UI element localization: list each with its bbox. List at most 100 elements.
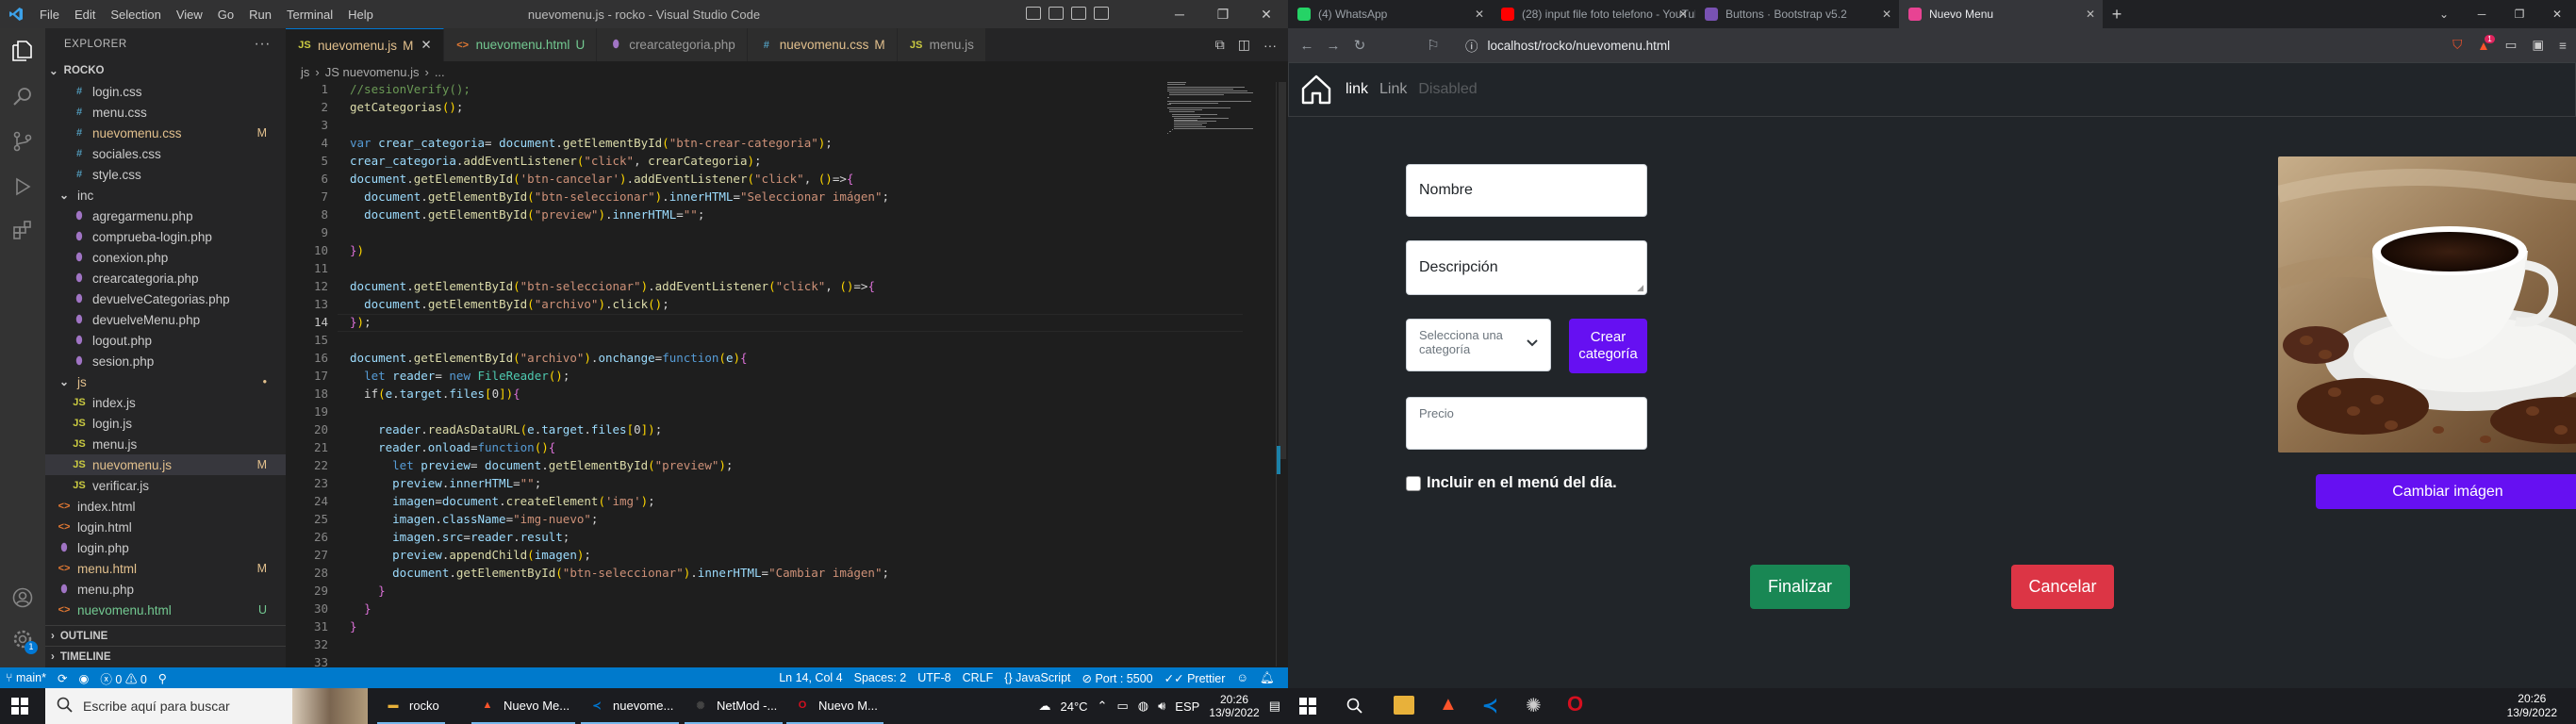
home-icon[interactable]: [1300, 74, 1332, 106]
sidebar-toggle-icon[interactable]: ▭: [2505, 38, 2518, 53]
browser-tab-3[interactable]: Nuevo Menu ✕: [1899, 0, 2103, 28]
run-debug-icon[interactable]: [8, 172, 38, 202]
windows-start-icon[interactable]: [1299, 698, 1316, 715]
breadcrumb-item[interactable]: js: [301, 65, 309, 79]
search-icon[interactable]: [1346, 698, 1363, 715]
folder-js[interactable]: ⌄ js •: [45, 371, 286, 392]
file-nuevomenu-css[interactable]: # nuevomenu.css M: [45, 123, 286, 143]
menu-go[interactable]: Go: [218, 8, 234, 22]
bookmark-icon[interactable]: ⚐: [1420, 37, 1446, 54]
brave-icon[interactable]: ▲: [1439, 694, 1458, 716]
close-tab-icon[interactable]: ✕: [1678, 8, 1688, 21]
menu-edit[interactable]: Edit: [74, 8, 95, 22]
file-style-css[interactable]: # style.css: [45, 164, 286, 185]
taskbar-app-2[interactable]: ≺ nuevome...: [581, 688, 680, 724]
new-tab-button[interactable]: +: [2103, 0, 2131, 28]
live-share-icon[interactable]: ◉: [78, 671, 89, 685]
file-sesion-php[interactable]: ⬮ sesion.php: [45, 351, 286, 371]
categoria-select[interactable]: Selecciona una categoría: [1406, 319, 1551, 371]
explorer-icon[interactable]: [8, 36, 38, 66]
live-server-status[interactable]: ⊘ Port : 5500: [1082, 671, 1153, 685]
close-tab-icon[interactable]: ✕: [1475, 8, 1484, 21]
brave-rewards-icon[interactable]: ▲ 1: [2477, 34, 2495, 53]
vscode-icon[interactable]: ≺: [1482, 694, 1498, 717]
file-menu-css[interactable]: # menu.css: [45, 102, 286, 123]
close-tab-icon[interactable]: ✕: [1882, 8, 1891, 21]
cancelar-button[interactable]: Cancelar: [2011, 565, 2114, 609]
split-editor-icon[interactable]: ◫: [1238, 37, 1250, 53]
language-mode[interactable]: {} JavaScript: [1004, 671, 1070, 684]
more-editor-actions-icon[interactable]: ···: [1263, 38, 1277, 53]
file-index-html[interactable]: <> index.html: [45, 496, 286, 517]
encoding[interactable]: UTF-8: [917, 671, 950, 684]
file-login-html[interactable]: <> login.html: [45, 517, 286, 537]
nav-link-0[interactable]: link: [1346, 81, 1368, 98]
taskbar-clock[interactable]: 20:26 13/9/2022: [1209, 693, 1259, 719]
file-logout-php[interactable]: ⬮ logout.php: [45, 330, 286, 351]
tab-nuevomenu-html[interactable]: <> nuevomenu.html U: [443, 28, 598, 61]
menu-del-dia-checkbox[interactable]: [1406, 475, 1421, 491]
weather-temp[interactable]: 24°C: [1061, 699, 1088, 714]
prettier-status[interactable]: ✓✓ Prettier: [1164, 671, 1226, 685]
volume-icon[interactable]: 🔊︎: [1158, 699, 1165, 714]
tab-nuevomenu-js[interactable]: JS nuevomenu.js M ✕: [286, 28, 444, 61]
menu-del-dia-checkbox-row[interactable]: Incluir en el menú del día.: [1406, 474, 1617, 492]
extensions-icon[interactable]: [8, 215, 38, 245]
open-changes-icon[interactable]: ⧉: [1215, 37, 1225, 53]
taskbar-app-1[interactable]: ▲ Nuevo Me...: [471, 688, 576, 724]
timeline-section[interactable]: › TIMELINE: [45, 646, 286, 666]
taskbar-search-box[interactable]: Escribe aquí para buscar: [45, 688, 368, 724]
folder-inc[interactable]: ⌄ inc: [45, 185, 286, 206]
file-crearcategoria-php[interactable]: ⬮ crearcategoria.php: [45, 268, 286, 288]
crear-categoria-button[interactable]: Crear categoría: [1569, 319, 1647, 373]
browser-tab-1[interactable]: (28) input file foto telefono - YouTube ✕: [1492, 0, 1695, 28]
weather-icon[interactable]: ☁: [1039, 699, 1051, 714]
customize-layout-icon[interactable]: [1094, 7, 1109, 20]
tab-crearcategoria-php[interactable]: ⬮ crearcategoria.php: [597, 28, 748, 61]
precio-input[interactable]: Precio: [1406, 397, 1647, 450]
toggle-panel-icon[interactable]: [1049, 7, 1064, 20]
breadcrumb-item[interactable]: ...: [435, 65, 445, 79]
feedback-icon[interactable]: ☺: [1236, 671, 1248, 684]
file-login-js[interactable]: JS login.js: [45, 413, 286, 434]
cursor-position[interactable]: Ln 14, Col 4: [779, 671, 842, 684]
menu-view[interactable]: View: [176, 8, 203, 22]
problems-status[interactable]: ⓧ 0 ⚠ 0: [100, 669, 146, 687]
opera-icon[interactable]: O: [1567, 692, 1583, 716]
windows-start-icon[interactable]: [11, 698, 28, 715]
file-menu-js[interactable]: JS menu.js: [45, 434, 286, 454]
taskbar-app-4[interactable]: O Nuevo M...: [786, 688, 883, 724]
code-editor[interactable]: 1 //sesionVerify(); 2 getCategorias(); 3 4 var…: [286, 82, 1288, 669]
nombre-input[interactable]: Nombre: [1406, 164, 1647, 217]
network-icon[interactable]: ◍: [1138, 699, 1148, 714]
file-agregarmenu-php[interactable]: ⬮ agregarmenu.php: [45, 206, 286, 226]
file-menu-html[interactable]: <> menu.html M: [45, 558, 286, 579]
site-info-icon[interactable]: ⓘ: [1465, 36, 1478, 55]
browser-tab-2[interactable]: Buttons · Bootstrap v5.2 ✕: [1695, 0, 1899, 28]
tab-search-icon[interactable]: ⌄: [2425, 0, 2463, 28]
file-index-js[interactable]: JS index.js: [45, 392, 286, 413]
file-verificar-js[interactable]: JS verificar.js: [45, 475, 286, 496]
close-tab-icon[interactable]: ✕: [421, 38, 431, 53]
minimize-button[interactable]: ─: [1158, 0, 1201, 28]
finalizar-button[interactable]: Finalizar: [1750, 565, 1850, 609]
more-actions-icon[interactable]: ···: [255, 36, 271, 53]
remote-icon[interactable]: ⚲: [158, 671, 167, 685]
input-language[interactable]: ESP: [1175, 699, 1199, 714]
menu-help[interactable]: Help: [348, 8, 373, 22]
netmod-icon[interactable]: ✺: [1526, 694, 1542, 717]
descripcion-textarea[interactable]: Descripción ◢: [1406, 240, 1647, 295]
menu-file[interactable]: File: [40, 8, 59, 22]
browser-minimize-button[interactable]: ─: [2463, 0, 2501, 28]
battery-icon[interactable]: ▭: [1116, 699, 1128, 714]
file-nuevomenu-js[interactable]: JS nuevomenu.js M: [45, 454, 286, 475]
file-login-php[interactable]: ⬮ login.php: [45, 537, 286, 558]
toggle-secondary-sidebar-icon[interactable]: [1071, 7, 1086, 20]
branch-status[interactable]: ⑂ main*: [6, 671, 46, 684]
taskbar-app-0[interactable]: ▬ rocko: [377, 688, 445, 724]
file-login-css[interactable]: # login.css: [45, 81, 286, 102]
browser-menu-icon[interactable]: ≡: [2559, 39, 2567, 53]
notifications-icon[interactable]: 🔔︎: [1260, 671, 1275, 685]
browser-maximize-button[interactable]: ❐: [2501, 0, 2538, 28]
search-icon[interactable]: [8, 81, 38, 111]
